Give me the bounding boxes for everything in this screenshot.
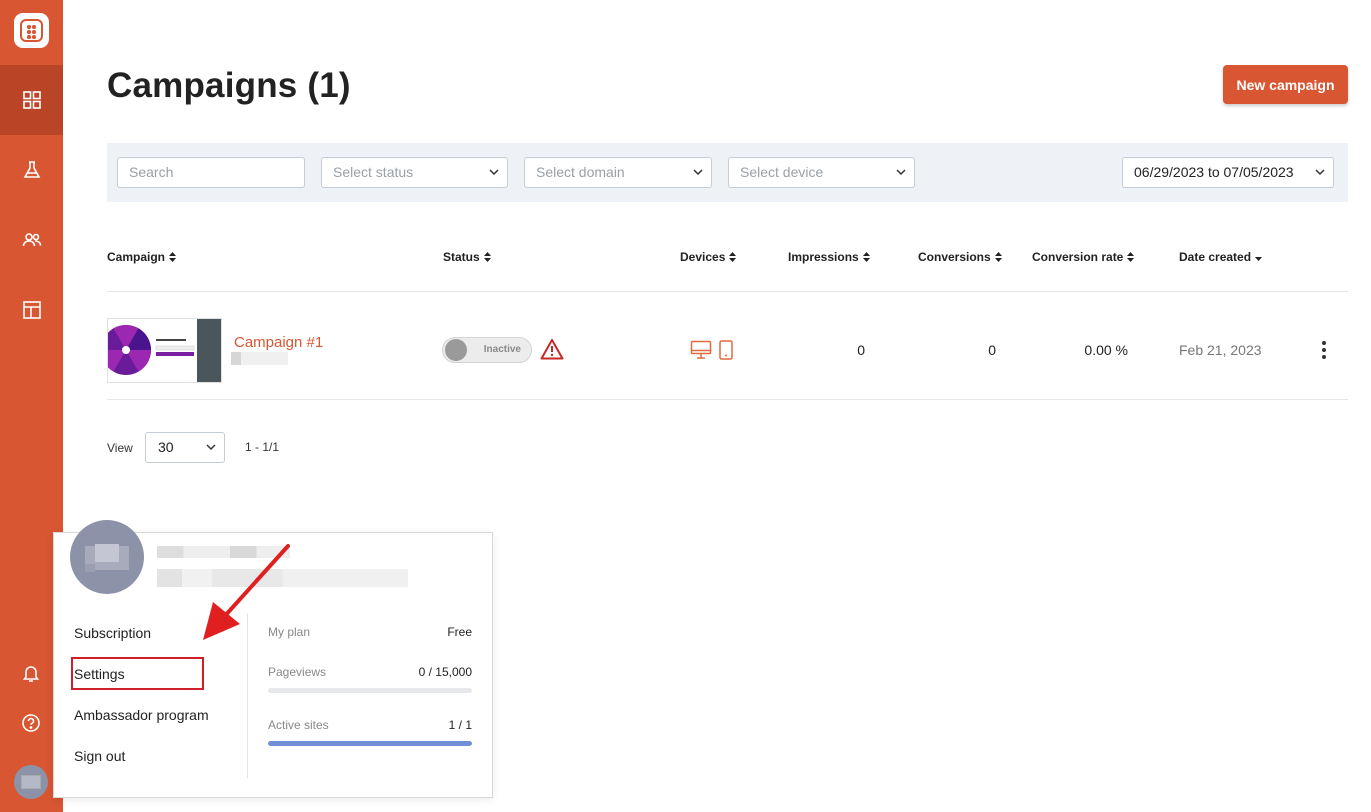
status-label: Inactive [483,344,521,355]
row-menu-icon[interactable] [1321,341,1327,359]
pageviews-value: 0 / 15,000 [418,665,472,679]
menu-sign-out[interactable]: Sign out [74,748,125,764]
conversions-value: 0 [988,342,996,358]
chevron-down-icon [693,169,703,176]
column-conversion-rate[interactable]: Conversion rate [1032,250,1135,264]
sort-icon [1127,252,1135,262]
sort-icon [169,252,177,262]
sort-icon [994,252,1002,262]
user-avatar[interactable] [14,765,48,799]
date-range-picker[interactable]: 06/29/2023 to 07/05/2023 [1122,157,1334,188]
nav-templates[interactable] [0,275,63,345]
nav-users[interactable] [0,205,63,275]
column-conversions[interactable]: Conversions [918,250,1002,264]
campaign-domain-redacted [231,352,288,365]
search-input[interactable]: Search [117,157,305,188]
active-sites-progress [268,741,472,746]
sort-icon [729,252,737,262]
bell-icon[interactable] [21,663,41,683]
impressions-value: 0 [857,342,865,358]
domain-select[interactable]: Select domain [524,157,712,188]
users-icon [22,233,41,247]
date-range-value: 06/29/2023 to 07/05/2023 [1134,164,1294,180]
campaign-thumbnail[interactable] [107,318,222,383]
column-campaign[interactable]: Campaign [107,250,177,264]
status-toggle[interactable]: Inactive [442,337,532,363]
warning-icon[interactable] [540,338,564,360]
account-avatar [70,520,144,594]
dashboard-icon [22,91,41,109]
column-devices[interactable]: Devices [680,250,737,264]
status-select-placeholder: Select status [333,164,414,180]
domain-select-placeholder: Select domain [536,164,625,180]
new-campaign-button[interactable]: New campaign [1223,65,1348,104]
menu-ambassador-program[interactable]: Ambassador program [74,707,209,723]
conversion-rate-value: 0.00 % [1084,342,1128,358]
device-select-placeholder: Select device [740,164,824,180]
annotation-arrow [203,544,290,640]
divider [107,291,1348,292]
pageviews-label: Pageviews [268,665,327,679]
campaign-name-link[interactable]: Campaign #1 [234,334,323,351]
mobile-icon [719,340,733,360]
settings-highlight [71,657,204,690]
sort-icon [483,252,491,262]
per-page-value: 30 [158,439,174,455]
app-logo[interactable] [14,13,49,48]
nav-experiments[interactable] [0,135,63,205]
active-sites-value: 1 / 1 [448,718,472,732]
nav-dashboard[interactable] [0,65,63,135]
plan-value: Free [447,625,472,639]
status-select[interactable]: Select status [321,157,508,188]
view-label: View [107,441,133,455]
date-created-value: Feb 21, 2023 [1179,342,1262,358]
active-sites-label: Active sites [268,718,329,732]
help-icon[interactable] [21,713,41,733]
desktop-icon [690,340,712,359]
menu-subscription[interactable]: Subscription [74,625,151,641]
layout-icon [22,301,41,319]
chevron-down-icon [896,169,906,176]
column-impressions[interactable]: Impressions [788,250,870,264]
page-range: 1 - 1/1 [245,440,280,454]
divider [107,399,1348,400]
chevron-down-icon [489,169,499,176]
chevron-down-icon [1315,169,1325,176]
chevron-down-icon [206,444,216,451]
column-date-created[interactable]: Date created [1179,250,1263,264]
flask-icon [23,161,40,178]
filter-bar: Search Select status Select domain Selec… [107,143,1348,202]
sort-icon [862,252,870,262]
device-select[interactable]: Select device [728,157,915,188]
page-title: Campaigns (1) [107,66,351,105]
column-status[interactable]: Status [443,250,491,264]
per-page-select[interactable]: 30 [145,432,225,463]
sort-desc-icon [1255,257,1263,261]
pageviews-progress [268,688,472,693]
